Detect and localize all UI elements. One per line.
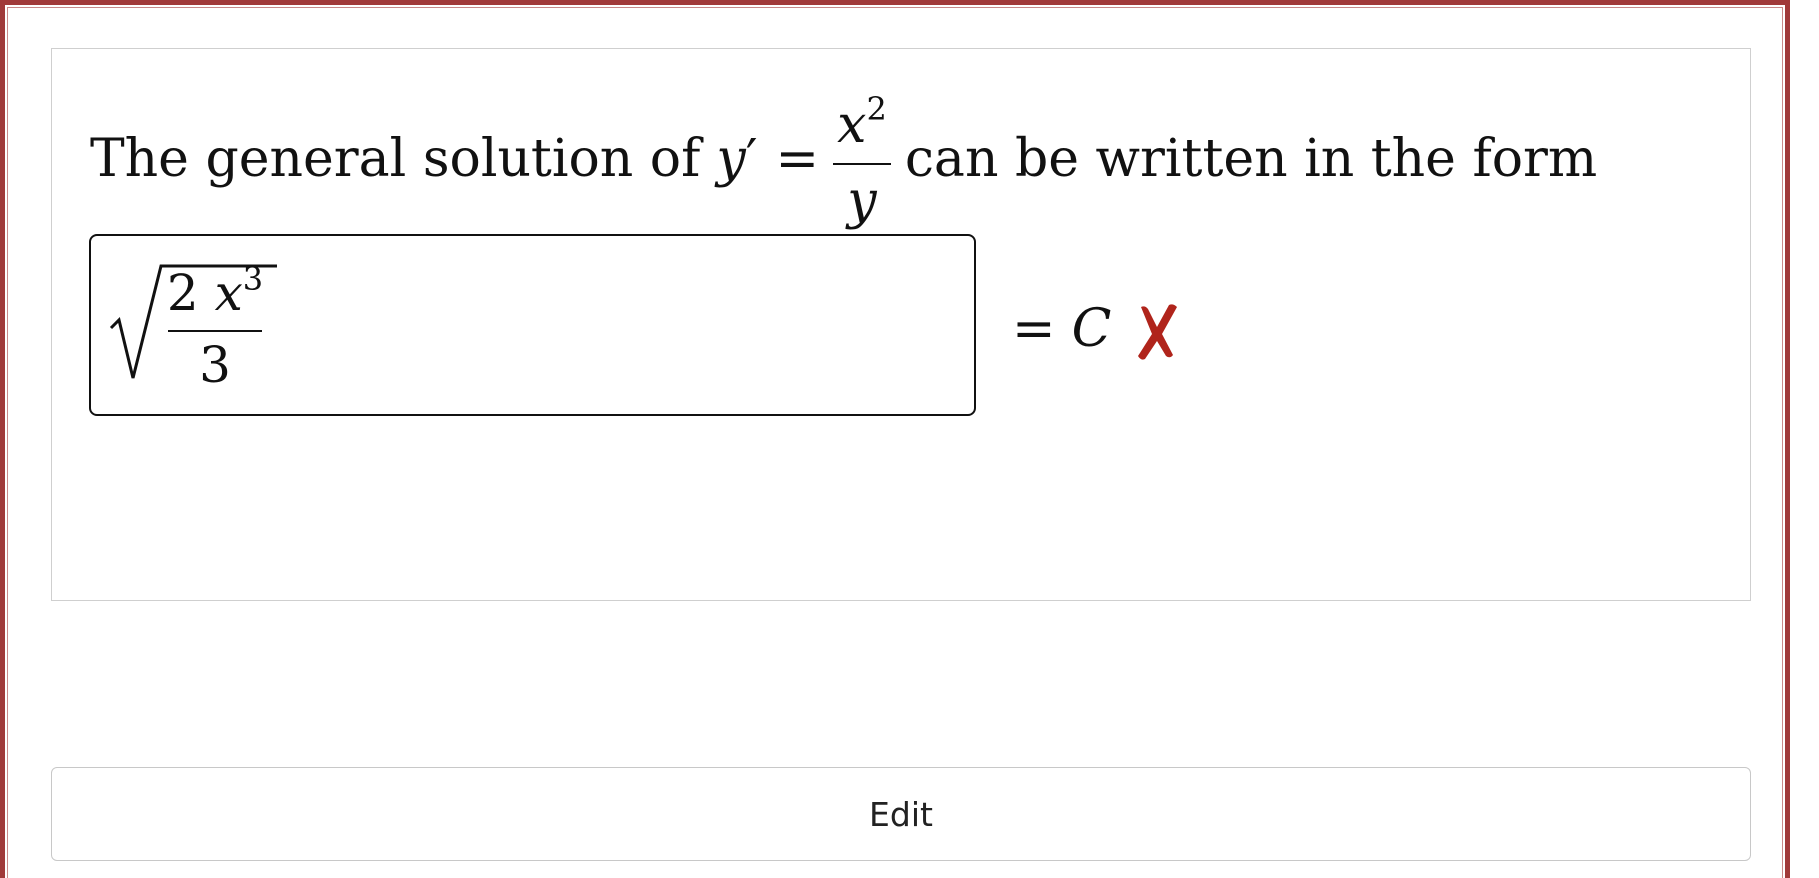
rhs-equals: = <box>1012 299 1056 359</box>
lhs-variable: y <box>716 129 746 189</box>
rhs-fraction: x2 y <box>833 93 891 231</box>
lhs-prime: ′ <box>745 129 758 189</box>
rhs-constant: C <box>1071 299 1112 359</box>
prompt-text-before: The general solution of <box>90 129 701 189</box>
radicand-fraction: 2 x3 3 <box>165 263 265 394</box>
question-prompt: The general solution of y ′ = x2 y can b… <box>90 93 1598 227</box>
answer-rhs: = C <box>1012 299 1181 360</box>
lhs-equals: = <box>775 129 820 189</box>
question-frame: The general solution of y ′ = x2 y can b… <box>0 0 1790 878</box>
numerator-exponent: 2 <box>866 90 887 128</box>
numerator-coefficient: 2 <box>166 264 199 322</box>
answer-input[interactable]: 2 x3 3 <box>89 234 976 416</box>
edit-button[interactable]: Edit <box>51 767 1751 861</box>
prompt-text-after: can be written in the form <box>904 129 1598 189</box>
numerator-variable: x <box>837 95 867 155</box>
square-root-expression: 2 x3 3 <box>109 258 277 394</box>
numerator-variable: x <box>214 264 243 322</box>
radicand-fraction-bar <box>168 330 262 332</box>
radicand-denominator: 3 <box>199 336 231 394</box>
radicand-numerator: 2 x3 <box>167 263 263 318</box>
question-card: The general solution of y ′ = x2 y can b… <box>51 48 1751 601</box>
numerator-exponent: 3 <box>242 260 264 298</box>
fraction-numerator: x2 <box>833 93 891 151</box>
incorrect-x-icon <box>1138 304 1178 360</box>
fraction-denominator: y <box>847 171 877 231</box>
fraction-bar <box>833 163 891 165</box>
